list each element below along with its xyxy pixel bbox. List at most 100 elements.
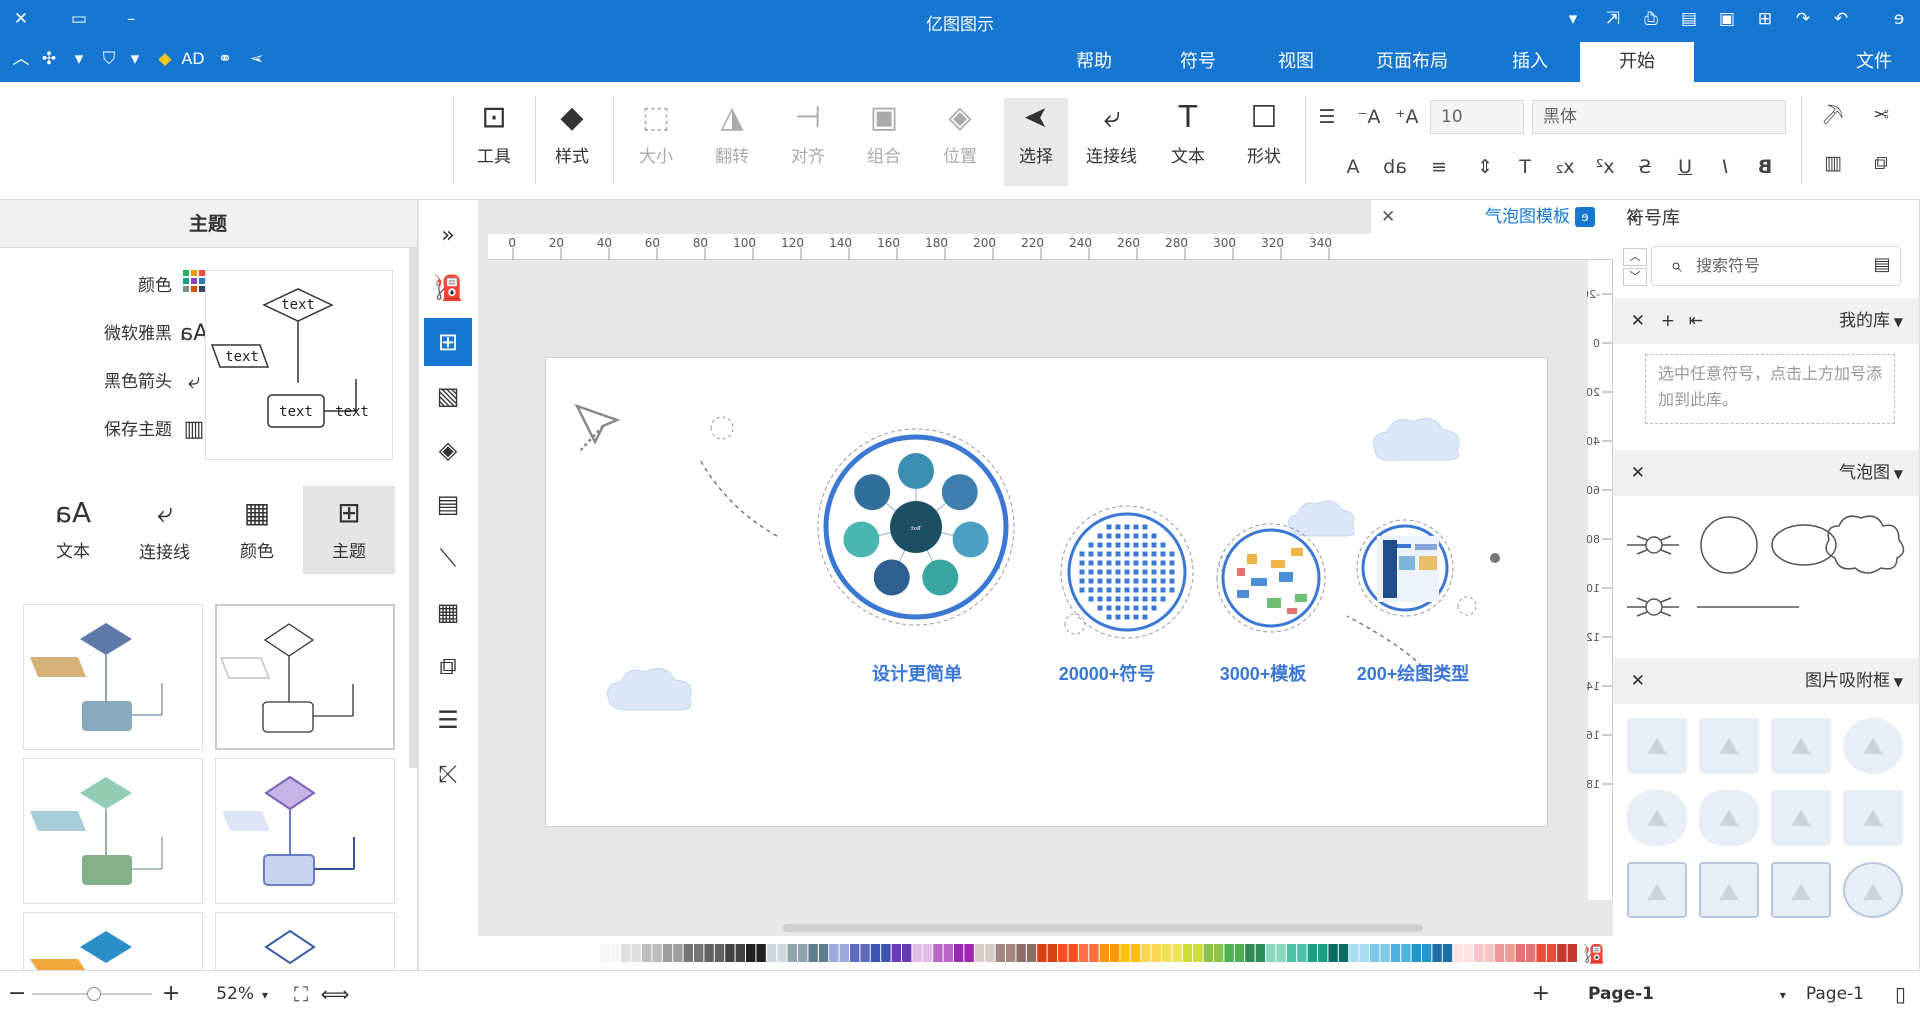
fit-page-icon[interactable]: ⟺ — [320, 979, 350, 1009]
font-size-select[interactable]: 10 — [1430, 100, 1524, 134]
connector-button[interactable]: ⤷ 连接线 — [1080, 98, 1144, 186]
image-frame-rect[interactable]: ⛰ — [1699, 718, 1759, 774]
minimize-icon[interactable]: – — [116, 4, 146, 34]
zoom-in-icon[interactable]: + — [158, 979, 184, 1009]
increase-font-icon[interactable]: A⁺ — [1392, 102, 1422, 132]
theme-save-row[interactable]: ▥ 保存主题 — [104, 412, 211, 448]
print-icon[interactable]: ⎙ — [1636, 4, 1666, 34]
tab-insert[interactable]: 插入 — [1494, 42, 1566, 82]
zoom-out-icon[interactable]: − — [4, 979, 30, 1009]
align-button[interactable]: ⊢ 对齐 — [776, 98, 840, 186]
theme-arrow-row[interactable]: ⤷ 黑色箭头 — [104, 364, 211, 400]
zoom-slider-thumb[interactable] — [87, 987, 102, 1001]
tab-view[interactable]: 视图 — [1260, 42, 1332, 82]
panel-toggle-icon[interactable]: ▯ — [1876, 979, 1906, 1009]
image-frame-rect4[interactable]: ⛰ — [1627, 862, 1687, 918]
subscript-icon[interactable]: x₂ — [1550, 152, 1580, 182]
save-icon[interactable]: ▤ — [1674, 4, 1704, 34]
shirt-dropdown-icon[interactable]: ▾ — [120, 44, 150, 74]
decrease-font-icon[interactable]: A⁻ — [1354, 102, 1384, 132]
shuffle-icon[interactable]: ⤨ — [424, 750, 472, 798]
tab-page-layout[interactable]: 页面布局 — [1358, 42, 1466, 82]
font-name-select[interactable]: 黑体 — [1532, 100, 1786, 134]
new-icon[interactable]: ⊞ — [1750, 4, 1780, 34]
text-format-icon[interactable]: T — [1510, 152, 1540, 182]
italic-icon[interactable]: I — [1710, 152, 1740, 182]
section-close-icon[interactable]: ✕ — [1631, 298, 1645, 344]
restore-icon[interactable]: ▭ — [64, 4, 94, 34]
tools-button[interactable]: ⊡ 工具 — [462, 98, 526, 186]
table-icon[interactable]: ▦ — [424, 588, 472, 636]
tab-theme[interactable]: ⊞ 主题 — [303, 486, 395, 574]
horizontal-scrollbar[interactable] — [783, 924, 1423, 932]
page-tab[interactable]: Page-1 — [1576, 971, 1666, 1016]
theme-card-5[interactable] — [215, 912, 395, 970]
chart-icon[interactable]: ⟋ — [424, 534, 472, 582]
image-frame-section[interactable]: ▼ 图片吸附框 ✕ — [1612, 658, 1919, 704]
layers-icon[interactable]: ◈ — [424, 426, 472, 474]
bubble-section[interactable]: ▼ 气泡图 ✕ — [1612, 450, 1919, 496]
theme-font-row[interactable]: Aa 微软雅黑 — [104, 316, 211, 352]
group-button[interactable]: ▣ 组合 — [852, 98, 916, 186]
image-frame-diamond2[interactable]: ⛰ — [1771, 790, 1831, 846]
search-icon[interactable]: ⌕ — [1661, 250, 1691, 280]
gantt-icon[interactable]: ☰ — [424, 696, 472, 744]
theme-card-6[interactable] — [23, 912, 203, 971]
apps-icon[interactable]: ✣ — [34, 44, 64, 74]
open-icon[interactable]: ▣ — [1712, 4, 1742, 34]
redo-icon[interactable]: ↷ — [1826, 4, 1856, 34]
theme-grid-icon[interactable]: ⊞ — [424, 318, 472, 366]
font-color-icon[interactable]: A — [1338, 152, 1368, 182]
close-tab-icon[interactable]: ✕ — [1381, 200, 1395, 234]
tab-colors[interactable]: ▦ 颜色 — [211, 486, 303, 574]
format-painter-icon[interactable]: ⛏ — [1818, 100, 1848, 130]
tab-text[interactable]: Aa 文本 — [27, 486, 119, 574]
theme-card-1[interactable] — [215, 604, 395, 750]
image-frame-blob[interactable]: ⛰ — [1699, 790, 1759, 846]
image-frame-rect3[interactable]: ⛰ — [1699, 862, 1759, 918]
superscript-icon[interactable]: x² — [1590, 152, 1620, 182]
theme-card-3[interactable] — [215, 758, 395, 904]
image-frame-square[interactable]: ⛰ — [1627, 718, 1687, 774]
line-spacing-icon[interactable]: ⇕ — [1470, 152, 1500, 182]
theme-color-row[interactable]: 颜色 — [138, 268, 211, 304]
tab-connector[interactable]: ⤷ 连接线 — [119, 486, 211, 574]
zoom-dropdown[interactable]: ▾52% — [216, 971, 268, 1016]
cut-icon[interactable]: ✂ — [1866, 100, 1896, 130]
tab-home[interactable]: 开始 — [1580, 42, 1694, 82]
fill-bucket-icon[interactable]: ⛽ — [1583, 944, 1605, 965]
position-button[interactable]: ◈ 位置 — [928, 98, 992, 186]
shape-button[interactable]: ☐ 形状 — [1232, 98, 1296, 186]
tab-file[interactable]: 文件 — [1838, 42, 1910, 82]
ad-label[interactable]: AD — [178, 44, 208, 74]
section-close-icon[interactable]: ✕ — [1631, 450, 1645, 496]
style-button[interactable]: ◆ 样式 — [540, 98, 604, 186]
copy-icon[interactable]: ⧉ — [1866, 148, 1896, 178]
add-icon[interactable]: + — [1661, 298, 1675, 344]
image-icon[interactable]: ▨ — [424, 372, 472, 420]
collapse-left-icon[interactable]: « — [424, 212, 472, 260]
select-button[interactable]: ➤ 选择 — [1004, 98, 1068, 186]
collapse-panel-icon[interactable]: » — [1627, 204, 1639, 228]
list-icon[interactable]: ≡ — [1424, 152, 1454, 182]
image-frame-diamond[interactable]: ⛰ — [1771, 718, 1831, 774]
zoom-slider[interactable] — [32, 987, 152, 1001]
share-icon[interactable]: ⚭ — [210, 44, 240, 74]
apps-dropdown-icon[interactable]: ▾ — [64, 44, 94, 74]
section-close-icon[interactable]: ✕ — [1631, 658, 1645, 704]
add-page-icon[interactable]: + — [1532, 971, 1550, 1016]
undo-icon[interactable]: ↶ — [1788, 4, 1818, 34]
diagram-page[interactable]: Text 200+绘图类型 3000+模板 20000+符号 设计更简单 — [545, 357, 1548, 827]
fill-icon[interactable]: ⛽ — [424, 264, 472, 312]
export-library-icon[interactable]: ⇥ — [1689, 298, 1703, 344]
theme-card-2[interactable] — [23, 604, 203, 750]
tab-help[interactable]: 帮助 — [1058, 42, 1130, 82]
scroll-up-icon[interactable]: ︿ — [1623, 248, 1647, 266]
collapse-ribbon-icon[interactable]: ︿ — [6, 44, 36, 74]
page-selector[interactable]: Page-1▾ — [1780, 971, 1864, 1016]
quick-access-dropdown-icon[interactable]: ▾ — [1558, 4, 1588, 34]
paste-icon[interactable]: ▥ — [1818, 148, 1848, 178]
my-library-section[interactable]: ▼ 我的库 ⇥ + ✕ — [1612, 298, 1919, 344]
image-frame-rect2[interactable]: ⛰ — [1771, 862, 1831, 918]
bold-icon[interactable]: B — [1750, 152, 1780, 182]
